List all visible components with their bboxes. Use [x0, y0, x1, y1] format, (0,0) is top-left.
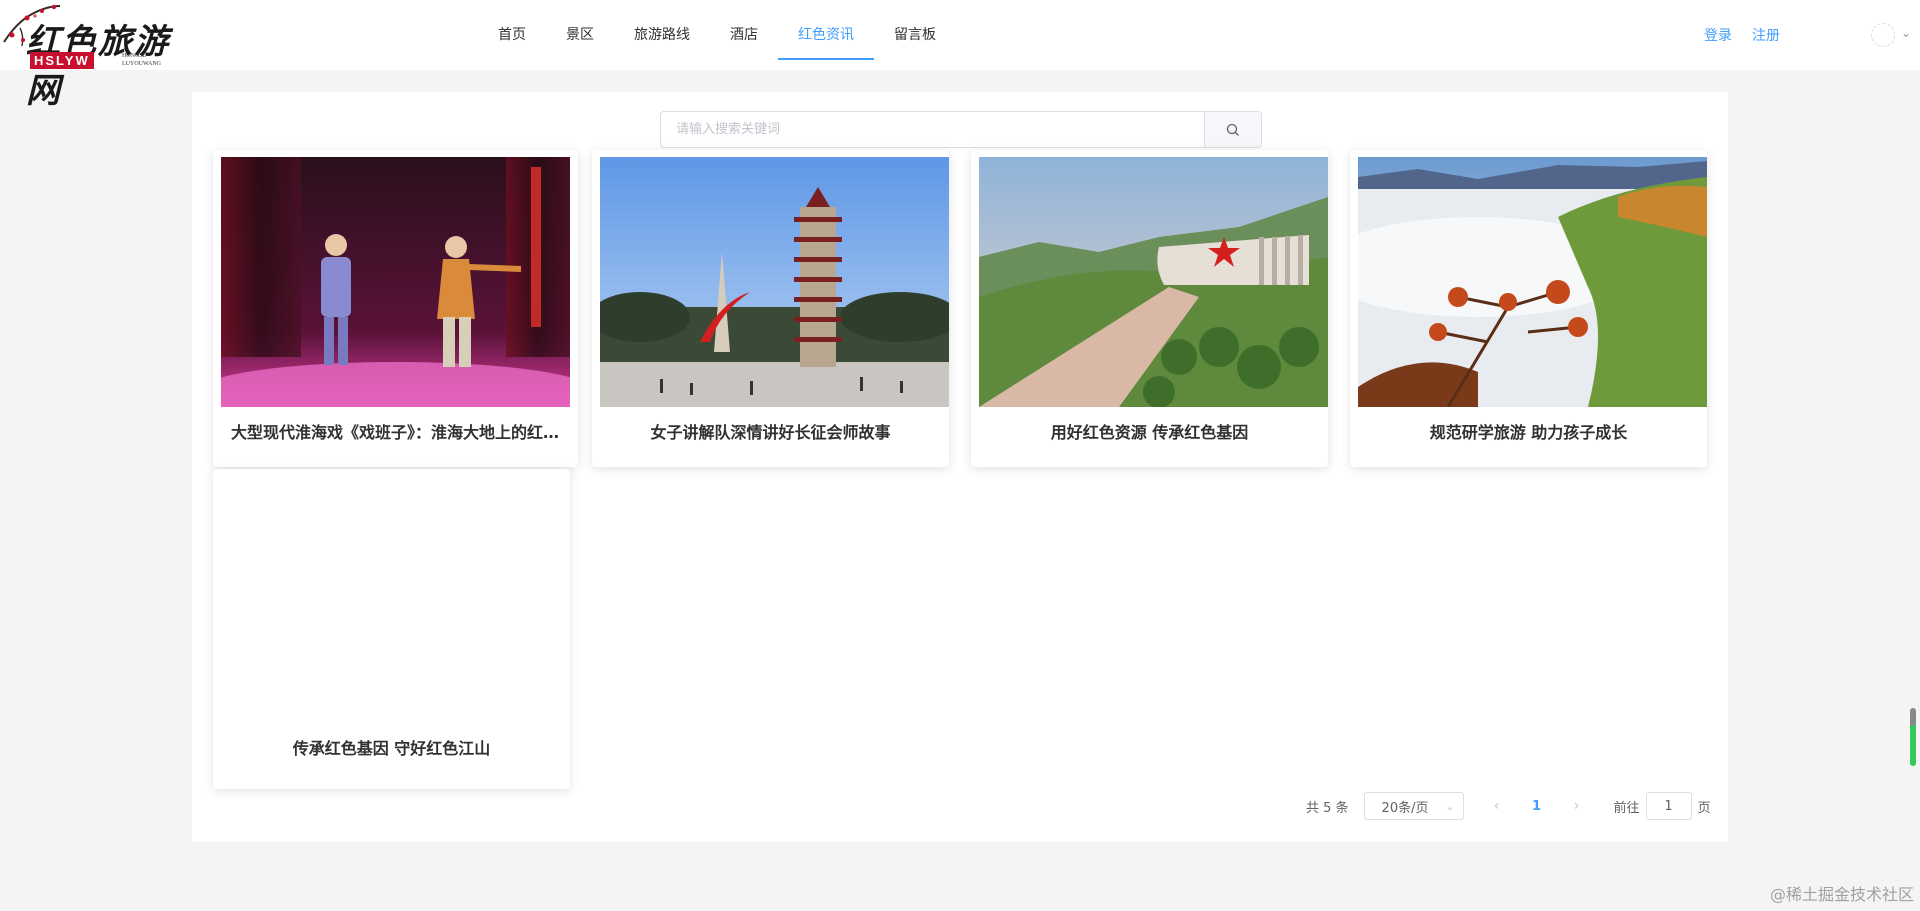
search-icon — [1226, 123, 1239, 136]
news-card-title: 用好红色资源 传承红色基因 — [1050, 423, 1249, 442]
goto-suffix: 页 — [1697, 800, 1711, 816]
news-card[interactable]: 用好红色资源 传承红色基因 — [971, 150, 1328, 467]
chevron-right-icon[interactable]: › — [1562, 798, 1592, 814]
watermark: @稀土掘金技术社区 — [1769, 885, 1914, 904]
site-logo[interactable]: 红色旅游网 HSLYW HONGSE LUYOUWANG — [0, 0, 205, 111]
logo-english-abbr: HSLYW — [30, 52, 94, 69]
news-panel: 大型现代淮海戏《戏班子》：淮海大地上的红色传奇 女子讲解队深情讲好长征会师故事 — [192, 92, 1728, 842]
nav-item-home[interactable]: 首页 — [478, 0, 546, 60]
news-card[interactable]: 规范研学旅游 助力孩子成长 — [1350, 150, 1707, 467]
auth-links: 登录 注册 — [1704, 25, 1780, 45]
news-card-title: 大型现代淮海戏《戏班子》：淮海大地上的红色传奇 — [231, 423, 578, 442]
goto-page-input[interactable] — [1645, 792, 1692, 820]
news-card-title: 传承红色基因 守好红色江山 — [292, 739, 491, 758]
nav-item-scenic[interactable]: 景区 — [546, 0, 614, 60]
news-card[interactable]: 大型现代淮海戏《戏班子》：淮海大地上的红色传奇 — [213, 150, 578, 467]
page-number-current[interactable]: 1 — [1520, 799, 1554, 814]
chevron-down-icon: ⌄ — [1445, 799, 1455, 813]
nav-item-hotels[interactable]: 酒店 — [710, 0, 778, 60]
chevron-left-icon[interactable]: ‹ — [1482, 798, 1512, 814]
logo-subtitle-line1: HONGSE — [122, 53, 147, 59]
logo-subtitle-line2: LUYOUWANG — [122, 61, 161, 67]
page-size-value: 20条/页 — [1381, 800, 1429, 816]
search-input[interactable] — [661, 112, 1204, 147]
news-card[interactable]: 女子讲解队深情讲好长征会师故事 — [592, 150, 949, 467]
logo-subtitle: HONGSE LUYOUWANG — [122, 52, 161, 68]
goto-page: 前往 页 — [1614, 792, 1711, 820]
news-card-image — [1358, 157, 1707, 407]
nav-item-routes[interactable]: 旅游路线 — [614, 0, 710, 60]
news-card-title: 规范研学旅游 助力孩子成长 — [1429, 423, 1628, 442]
login-link[interactable]: 登录 — [1704, 25, 1732, 45]
pagination-total: 共 5 条 — [1306, 800, 1349, 816]
news-card-image — [600, 157, 949, 407]
news-card-title: 女子讲解队深情讲好长征会师故事 — [650, 423, 891, 442]
main-nav: 首页 景区 旅游路线 酒店 红色资讯 留言板 — [478, 0, 956, 60]
goto-prefix: 前往 — [1613, 800, 1640, 816]
search-bar — [660, 111, 1262, 148]
top-header: 红色旅游网 HSLYW HONGSE LUYOUWANG 首页 景区 旅游路线 … — [0, 0, 1920, 111]
news-card[interactable]: 传承红色基因 守好红色江山 — [213, 469, 570, 789]
page-size-select[interactable]: 20条/页 ⌄ — [1363, 792, 1464, 820]
news-card-image — [221, 157, 570, 407]
pagination: 共 5 条 20条/页 ⌄ ‹ 1 › 前往 页 — [1306, 792, 1711, 820]
nav-item-message-board[interactable]: 留言板 — [874, 0, 956, 60]
news-card-image — [979, 157, 1328, 407]
nav-item-red-news[interactable]: 红色资讯 — [778, 0, 874, 60]
search-button[interactable] — [1204, 112, 1261, 147]
register-link[interactable]: 注册 — [1752, 25, 1780, 45]
scrollbar-thumb[interactable] — [1910, 708, 1916, 766]
chevron-down-icon[interactable]: ⌄ — [1901, 26, 1911, 40]
avatar[interactable] — [1871, 23, 1895, 47]
